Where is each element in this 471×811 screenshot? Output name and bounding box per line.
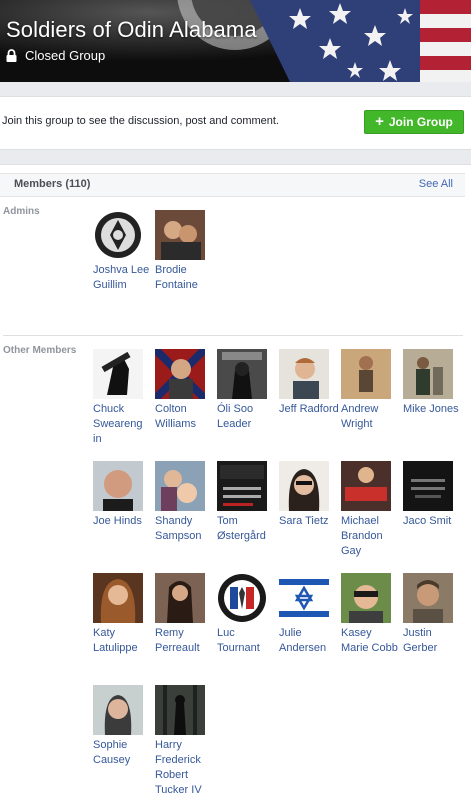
avatar[interactable] [155, 685, 205, 735]
join-group-label: Join Group [388, 115, 453, 129]
member-card[interactable]: Harry Frederick Robert Tucker IV [155, 685, 215, 798]
member-card[interactable]: Sophie Causey [93, 685, 153, 768]
avatar[interactable] [217, 349, 267, 399]
member-card[interactable]: Jeff Radford [279, 349, 339, 417]
member-name[interactable]: Andrew Wright [341, 402, 401, 432]
member-name[interactable]: Kasey Marie Cobb [341, 626, 401, 656]
member-name[interactable]: Remy Perreault [155, 626, 215, 656]
section-divider [3, 335, 463, 336]
member-card[interactable]: Kasey Marie Cobb [341, 573, 401, 656]
member-card[interactable]: Sara Tietz [279, 461, 339, 529]
member-name[interactable]: Katy Latulippe [93, 626, 153, 656]
avatar[interactable] [93, 573, 143, 623]
join-group-button[interactable]: + Join Group [364, 110, 464, 134]
member-name[interactable]: Shandy Sampson [155, 514, 215, 544]
avatar[interactable] [93, 210, 143, 260]
member-card[interactable]: Andrew Wright [341, 349, 401, 432]
member-card[interactable]: Shandy Sampson [155, 461, 215, 544]
avatar[interactable] [279, 461, 329, 511]
avatar[interactable] [155, 573, 205, 623]
plus-icon: + [375, 113, 384, 130]
group-privacy-label: Closed Group [25, 48, 106, 63]
group-title[interactable]: Soldiers of Odin Alabama [6, 17, 257, 43]
member-name[interactable]: Jeff Radford [279, 402, 339, 417]
member-name[interactable]: Tom Østergård [217, 514, 277, 544]
member-card[interactable]: Óli Soo Leader [217, 349, 277, 432]
avatar[interactable] [403, 461, 453, 511]
avatar[interactable] [279, 573, 329, 623]
member-name[interactable]: Julie Andersen [279, 626, 339, 656]
member-name[interactable]: Joe Hinds [93, 514, 153, 529]
member-card[interactable]: Katy Latulippe [93, 573, 153, 656]
member-card[interactable]: Mike Jones [403, 349, 463, 417]
member-name[interactable]: Sara Tietz [279, 514, 339, 529]
group-privacy: Closed Group [6, 48, 105, 63]
other-members-label: Other Members [3, 345, 77, 356]
join-bar: Join this group to see the discussion, p… [0, 96, 471, 150]
member-name[interactable]: Colton Williams [155, 402, 215, 432]
member-card[interactable]: Julie Andersen [279, 573, 339, 656]
member-name[interactable]: Óli Soo Leader [217, 402, 277, 432]
avatar[interactable] [217, 461, 267, 511]
member-card[interactable]: Michael Brandon Gay [341, 461, 401, 559]
avatar[interactable] [93, 349, 143, 399]
member-name[interactable]: Mike Jones [403, 402, 463, 417]
lock-icon [6, 49, 17, 62]
member-card[interactable]: Remy Perreault [155, 573, 215, 656]
member-name[interactable]: Michael Brandon Gay [341, 514, 401, 559]
avatar[interactable] [403, 573, 453, 623]
member-name[interactable]: Sophie Causey [93, 738, 153, 768]
see-all-link[interactable]: See All [419, 178, 453, 190]
member-card[interactable]: Jaco Smit [403, 461, 463, 529]
member-name[interactable]: Harry Frederick Robert Tucker IV [155, 738, 215, 798]
group-cover: Soldiers of Odin Alabama Closed Group [0, 0, 471, 82]
avatar[interactable] [155, 461, 205, 511]
member-card[interactable]: Justin Gerber [403, 573, 463, 656]
member-card[interactable]: Tom Østergård [217, 461, 277, 544]
member-name[interactable]: Brodie Fontaine [155, 263, 215, 293]
avatar[interactable] [93, 685, 143, 735]
avatar[interactable] [217, 573, 267, 623]
member-name[interactable]: Joshva Lee Guillim [93, 263, 153, 293]
member-name[interactable]: Luc Tournant [217, 626, 277, 656]
member-card[interactable]: Joe Hinds [93, 461, 153, 529]
admins-label: Admins [3, 206, 40, 217]
avatar[interactable] [93, 461, 143, 511]
avatar[interactable] [279, 349, 329, 399]
member-card[interactable]: Brodie Fontaine [155, 210, 215, 293]
avatar[interactable] [341, 573, 391, 623]
member-name[interactable]: Chuck Sweareng in [93, 402, 153, 447]
member-card[interactable]: Joshva Lee Guillim [93, 210, 153, 293]
avatar[interactable] [341, 349, 391, 399]
member-card[interactable]: Luc Tournant [217, 573, 277, 656]
member-card[interactable]: Colton Williams [155, 349, 215, 432]
members-header: Members (110) See All [0, 173, 465, 197]
member-name[interactable]: Jaco Smit [403, 514, 463, 529]
members-panel: Members (110) See All Admins Joshva Lee … [0, 164, 471, 811]
members-count: Members (110) [14, 178, 91, 190]
avatar[interactable] [403, 349, 453, 399]
join-prompt: Join this group to see the discussion, p… [2, 115, 279, 127]
avatar[interactable] [155, 210, 205, 260]
avatar[interactable] [341, 461, 391, 511]
member-name[interactable]: Justin Gerber [403, 626, 463, 656]
member-card[interactable]: Chuck Sweareng in [93, 349, 153, 447]
avatar[interactable] [155, 349, 205, 399]
